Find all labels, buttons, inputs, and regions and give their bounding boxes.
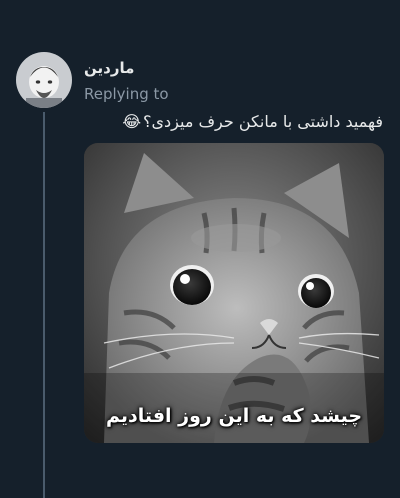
replying-to-label: Replying to (84, 85, 169, 103)
tweet-text-body: فهمید داشتی با مانکن حرف میزدی؟ (143, 112, 383, 131)
avatar-image (16, 52, 72, 108)
thread-connector-line (43, 112, 45, 498)
author-name[interactable]: ماردین (84, 58, 134, 78)
laughing-emoji-icon: 😂 (122, 112, 142, 131)
tweet-media-image[interactable]: چیشد که به این روز افتادیم (84, 143, 384, 443)
tweet-screenshot: ماردین Replying to فهمید داشتی با مانکن … (0, 0, 400, 498)
tweet-text: فهمید داشتی با مانکن حرف میزدی؟😂 (83, 110, 383, 134)
avatar[interactable] (16, 52, 72, 108)
media-caption: چیشد که به این روز افتادیم (105, 405, 363, 427)
sad-cat-image (84, 143, 384, 443)
